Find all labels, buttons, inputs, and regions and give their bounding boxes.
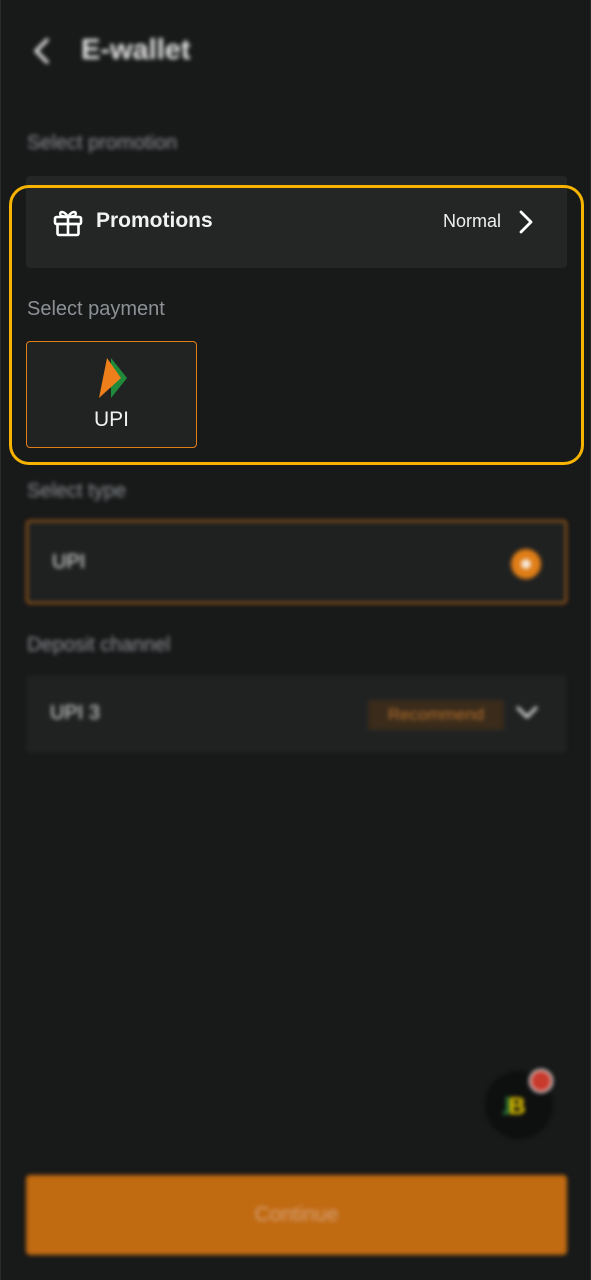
promotions-label: Promotions <box>96 209 213 232</box>
radio-selected[interactable] <box>511 549 541 579</box>
ewallet-screen: E-wallet Select promotion Promotions Nor… <box>0 0 591 1280</box>
continue-button[interactable]: Continue <box>26 1175 567 1255</box>
deposit-channel-select[interactable]: UPI 3 Recommend <box>26 675 567 753</box>
select-promotion-label: Select promotion <box>27 132 178 154</box>
chevron-down-icon <box>516 706 538 719</box>
upi-logo-icon <box>99 358 127 398</box>
chevron-right-icon <box>519 210 533 234</box>
deposit-channel-label: Deposit channel <box>27 634 171 656</box>
select-type-label: Select type <box>27 480 126 502</box>
recommend-badge: Recommend <box>368 700 504 730</box>
header: E-wallet <box>1 22 591 82</box>
channel-selected-label: UPI 3 <box>50 702 101 724</box>
payment-option-label: UPI <box>93 408 129 431</box>
brand-mark: ˩B <box>501 1093 526 1120</box>
gift-icon <box>53 210 83 237</box>
type-option-label: UPI <box>52 551 86 573</box>
page-title: E-wallet <box>81 34 191 66</box>
select-payment-label: Select payment <box>27 298 165 320</box>
notification-dot <box>529 1069 553 1093</box>
chevron-left-icon[interactable] <box>29 36 55 66</box>
promotion-value: Normal <box>442 211 501 231</box>
floating-support-button[interactable]: ˩B <box>485 1069 553 1139</box>
type-option-upi[interactable]: UPI <box>26 520 567 604</box>
promotions-row[interactable]: Promotions Normal <box>26 176 567 268</box>
payment-option-upi[interactable]: UPI <box>26 341 197 448</box>
